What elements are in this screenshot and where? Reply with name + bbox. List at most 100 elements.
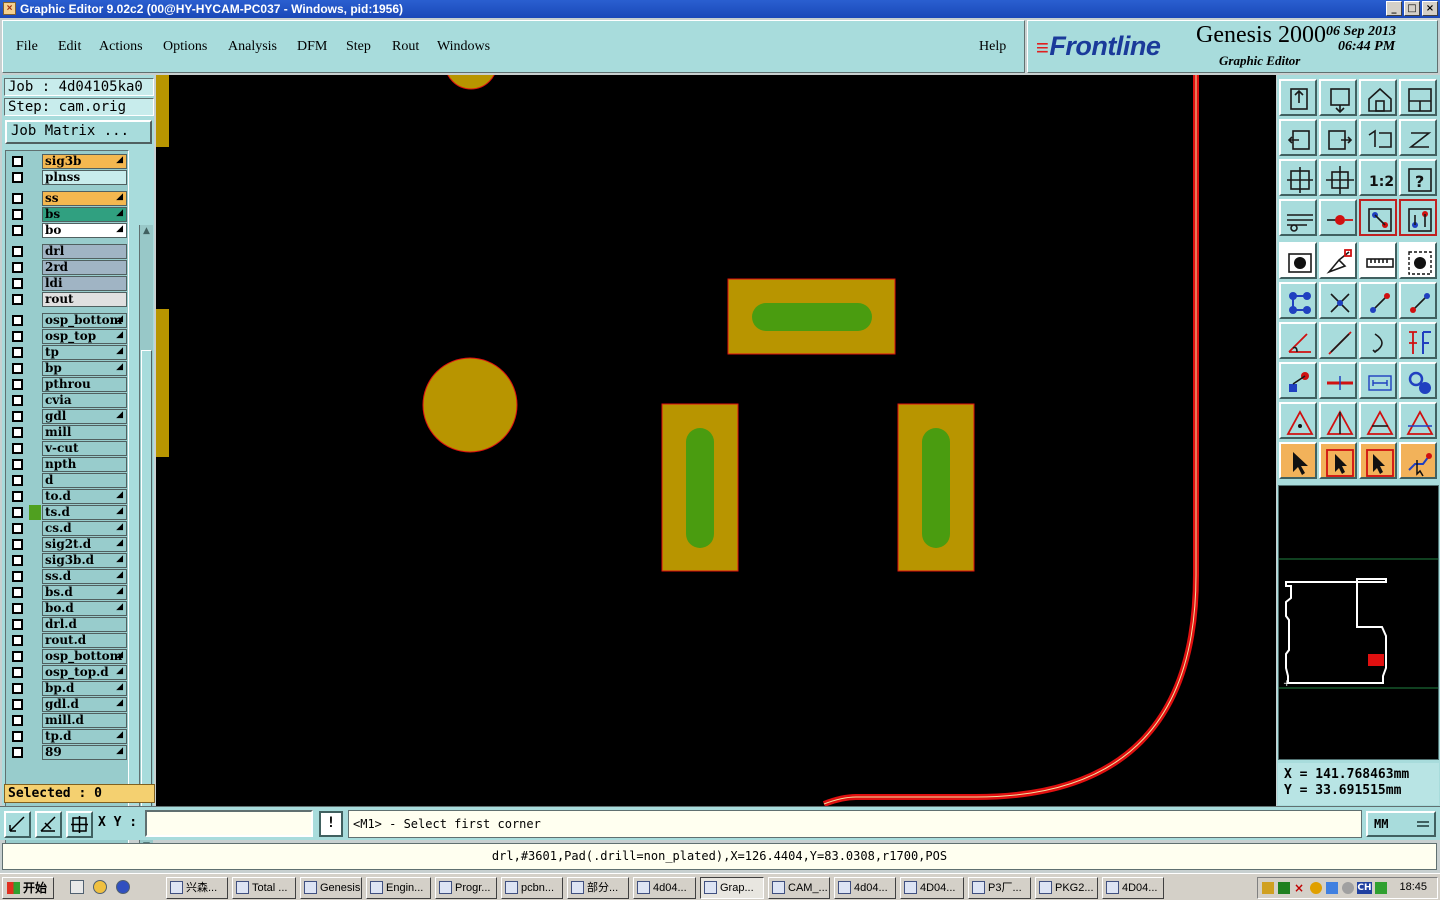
layer-checkbox[interactable] [12,459,23,470]
units-select[interactable]: MM [1366,811,1436,837]
layer-checkbox[interactable] [12,278,23,289]
layer-name[interactable]: mill.d [42,713,127,728]
layer-name[interactable]: tp ◢ [42,345,127,360]
layer-row[interactable]: v-cut [6,440,128,456]
menu-dfm[interactable]: DFM [297,39,327,55]
taskbar-button[interactable]: 部分... [567,877,629,899]
layer-row[interactable]: bs.d ◢ [6,584,128,600]
taskbar-button[interactable]: PKG2... [1035,877,1098,899]
menu-analysis[interactable]: Analysis [228,39,277,55]
layer-row[interactable]: ts.d ◢ [6,504,128,520]
layer-row[interactable]: osp_bottom ◢ [6,312,128,328]
layer-name[interactable]: ss.d ◢ [42,569,127,584]
layer-checkbox[interactable] [12,539,23,550]
layer-checkbox[interactable] [12,651,23,662]
taskbar-button[interactable]: 4d04... [834,877,896,899]
taskbar-button[interactable]: Engin... [366,877,431,899]
mirror-icon[interactable] [1399,322,1437,359]
layer-row[interactable]: sig3b.d ◢ [6,552,128,568]
layer-name[interactable]: cvia [42,393,127,408]
layer-checkbox[interactable] [12,294,23,305]
layer-row[interactable]: osp_top ◢ [6,328,128,344]
layer-row[interactable]: ldi [6,275,128,291]
ime-indicator[interactable]: CH [1357,882,1372,894]
layer-name[interactable]: npth [42,457,127,472]
query-icon[interactable]: ? [1399,159,1437,196]
route-icon[interactable] [1399,442,1437,479]
layer-checkbox[interactable] [12,363,23,374]
taskbar-button[interactable]: pcbn... [501,877,563,899]
scale-icon[interactable]: 1:2 [1359,159,1397,196]
zoom-home-icon[interactable] [1279,79,1317,116]
menu-actions[interactable]: Actions [99,39,143,55]
layer-checkbox[interactable] [12,246,23,257]
layer-checkbox[interactable] [12,667,23,678]
angle-icon[interactable] [1279,322,1317,359]
layer-row[interactable]: bo.d ◢ [6,600,128,616]
layer-row[interactable]: to.d ◢ [6,488,128,504]
vector-b-icon[interactable] [1399,282,1437,319]
layer-name[interactable]: ts.d ◢ [42,505,127,520]
layer-checkbox[interactable] [12,172,23,183]
layer-name[interactable]: sig3b ◢ [42,154,127,169]
layer-checkbox[interactable] [12,619,23,630]
layer-checkbox[interactable] [12,347,23,358]
close-button[interactable]: × [1422,1,1438,16]
eraser-icon[interactable] [1319,242,1357,279]
layer-name[interactable]: osp_top ◢ [42,329,127,344]
layer-name[interactable]: rout [42,292,127,307]
layer-checkbox[interactable] [12,635,23,646]
layer-name[interactable]: bo.d ◢ [42,601,127,616]
pointer-box-icon[interactable] [1359,442,1397,479]
layer-row[interactable]: gdl.d ◢ [6,696,128,712]
layer-row[interactable]: tp ◢ [6,344,128,360]
layer-name[interactable]: bs ◢ [42,207,127,222]
layer-name[interactable]: tp.d ◢ [42,729,127,744]
layer-checkbox[interactable] [12,315,23,326]
tray-x-icon[interactable]: × [1294,882,1306,894]
intersect-icon[interactable] [1319,282,1357,319]
quicklaunch-desktop-icon[interactable] [70,880,84,894]
dimension-icon[interactable] [1319,362,1357,399]
layer-checkbox[interactable] [12,427,23,438]
triangle-b-icon[interactable] [1319,402,1357,439]
circles-icon[interactable] [1399,362,1437,399]
layer-checkbox[interactable] [12,587,23,598]
fit-screen-icon[interactable] [1279,159,1317,196]
undo-icon[interactable] [1359,119,1397,156]
connect-icon[interactable] [1359,199,1397,236]
xy-input[interactable] [145,810,313,837]
layer-name[interactable]: gdl.d ◢ [42,697,127,712]
vector-a-icon[interactable] [1359,282,1397,319]
menu-windows[interactable]: Windows [437,39,490,55]
tray-icon-a[interactable] [1262,882,1274,894]
layer-row[interactable]: osp_top.d ◢ [6,664,128,680]
layer-name[interactable]: sig2t.d ◢ [42,537,127,552]
layer-name[interactable]: drl.d [42,617,127,632]
layer-checkbox[interactable] [12,507,23,518]
taskbar-button[interactable]: 4D04... [900,877,964,899]
taskbar-button[interactable]: Total ... [232,877,296,899]
layer-name[interactable]: v-cut [42,441,127,456]
taskbar-button[interactable]: Progr... [435,877,497,899]
layer-name[interactable]: ldi [42,276,127,291]
arc-icon[interactable] [1359,322,1397,359]
layer-row[interactable]: cs.d ◢ [6,520,128,536]
measure-icon[interactable] [1359,362,1397,399]
taskbar-button[interactable]: Grap... [700,877,764,899]
taskbar-button[interactable]: 兴森... [166,877,228,899]
pointer-select-icon[interactable] [1319,442,1357,479]
layer-row[interactable]: drl.d [6,616,128,632]
layer-checkbox[interactable] [12,411,23,422]
layer-row[interactable]: plnss [6,169,128,185]
layer-name[interactable]: ss ◢ [42,191,127,206]
layer-name[interactable]: osp_bottom ◢ [42,649,127,664]
layer-name[interactable]: bp.d ◢ [42,681,127,696]
layer-row[interactable]: mill.d [6,712,128,728]
layer-row[interactable]: tp.d ◢ [6,728,128,744]
tray-icon-b[interactable] [1278,882,1290,894]
home-icon[interactable] [1359,79,1397,116]
layer-checkbox[interactable] [12,731,23,742]
layer-name[interactable]: 89 ◢ [42,745,127,760]
layer-row[interactable]: mill [6,424,128,440]
